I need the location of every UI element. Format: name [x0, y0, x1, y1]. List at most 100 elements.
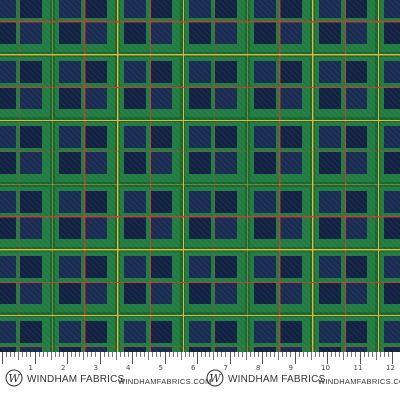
ruler-tick — [375, 352, 377, 360]
ruler-tick — [54, 352, 56, 357]
ruler-tick — [221, 352, 223, 357]
ruler-tick — [197, 352, 198, 364]
ruler-tick — [302, 352, 304, 357]
ruler-tick — [99, 352, 101, 364]
ruler-tick — [58, 352, 60, 357]
ruler-tick — [229, 352, 231, 364]
ruler-tick — [148, 352, 150, 360]
ruler-tick — [282, 352, 284, 357]
ruler-tick — [164, 352, 166, 364]
ruler-tick — [266, 352, 268, 357]
ruler-tick — [95, 352, 97, 357]
svg-text:W: W — [209, 372, 222, 385]
ruler-tick — [241, 352, 243, 357]
ruler-tick — [371, 352, 373, 357]
ruler-tick — [123, 352, 125, 357]
ruler-tick — [335, 352, 337, 357]
ruler-tick — [343, 352, 345, 360]
ruler-tick — [50, 352, 52, 360]
ruler-inch-label: 4 — [126, 364, 131, 372]
ruler-tick — [136, 352, 138, 357]
ruler-tick — [156, 352, 158, 357]
ruler-tick — [274, 352, 276, 357]
ruler-tick — [42, 352, 44, 357]
brand-url: WINDHAMFABRICS.COM — [318, 377, 400, 386]
ruler-tick — [205, 352, 207, 357]
windham-logo-icon: W — [206, 369, 224, 387]
windham-logo-icon: W — [5, 369, 23, 387]
ruler-tick — [26, 352, 28, 357]
ruler-tick — [107, 352, 109, 357]
ruler-inch-label: 8 — [256, 364, 261, 372]
ruler-tick — [278, 352, 280, 360]
ruler-tick — [132, 352, 133, 364]
brand-name: WINDHAM FABRICS — [27, 374, 125, 385]
ruler-tick — [140, 352, 142, 357]
ruler-tick — [379, 352, 381, 357]
ruler-tick — [233, 352, 235, 357]
ruler-tick — [83, 352, 85, 360]
ruler-tick — [327, 352, 328, 364]
ruler-tick — [34, 352, 36, 364]
ruler-tick — [339, 352, 341, 357]
ruler-tick — [286, 352, 288, 357]
ruler-tick — [6, 352, 8, 357]
ruler-tick — [306, 352, 308, 357]
brand-name: WINDHAM FABRICS — [228, 374, 326, 385]
ruler-tick — [355, 352, 357, 357]
ruler-tick — [180, 352, 182, 360]
ruler-tick — [322, 352, 324, 357]
ruler-inch-label: 10 — [321, 364, 330, 372]
ruler-tick — [91, 352, 93, 357]
ruler-tick — [347, 352, 349, 357]
ruler-tick — [213, 352, 215, 360]
ruler-inch-label: 12 — [386, 364, 395, 372]
ruler-tick — [188, 352, 190, 357]
ruler-tick — [111, 352, 113, 357]
ruler-tick — [2, 352, 3, 364]
ruler-tick — [257, 352, 259, 357]
ruler-tick — [331, 352, 333, 357]
ruler-tick — [201, 352, 203, 357]
ruler-inch-label: 2 — [61, 364, 66, 372]
ruler-tick — [67, 352, 68, 364]
ruler-tick — [253, 352, 255, 357]
ruler-tick — [237, 352, 239, 357]
brand-url: WINDHAMFABRICS.COM — [118, 377, 212, 386]
ruler-tick — [392, 352, 393, 364]
ruler-inch-label: 11 — [353, 364, 363, 372]
ruler-tick — [318, 352, 320, 357]
ruler-tick — [10, 352, 12, 357]
ruler-tick — [249, 352, 251, 357]
ruler-tick — [225, 352, 227, 357]
ruler-tick — [79, 352, 81, 357]
ruler-tick — [172, 352, 174, 357]
ruler-tick — [168, 352, 170, 357]
ruler-tick — [363, 352, 365, 357]
ruler-tick — [245, 352, 247, 360]
ruler-tick — [144, 352, 146, 357]
ruler-tick — [310, 352, 312, 360]
ruler-tick — [119, 352, 121, 357]
ruler-tick — [71, 352, 73, 357]
ruler-tick — [270, 352, 272, 357]
ruler-tick — [115, 352, 117, 360]
ruler-tick — [160, 352, 162, 357]
tartan-plaid-pattern — [0, 0, 400, 352]
ruler-tick — [152, 352, 154, 357]
ruler-inch-label: 3 — [93, 364, 98, 372]
ruler-tick — [367, 352, 369, 357]
fabric-swatch-image: 1 2 3 4 5 6 7 8 9 10 11 12 W WINDHAM FABRICS WINDHAMFA… — [0, 0, 400, 400]
ruler-tick — [127, 352, 129, 357]
ruler-tick — [294, 352, 296, 364]
ruler-tick — [176, 352, 178, 357]
ruler-tick — [46, 352, 48, 357]
ruler-inch-label: 5 — [158, 364, 163, 372]
ruler-tick — [30, 352, 32, 357]
ruler-tick — [22, 352, 24, 357]
ruler-tick — [209, 352, 211, 357]
ruler-inch-label: 6 — [191, 364, 196, 372]
ruler-tick — [314, 352, 316, 357]
ruler-tick — [192, 352, 194, 357]
ruler-tick — [184, 352, 186, 357]
